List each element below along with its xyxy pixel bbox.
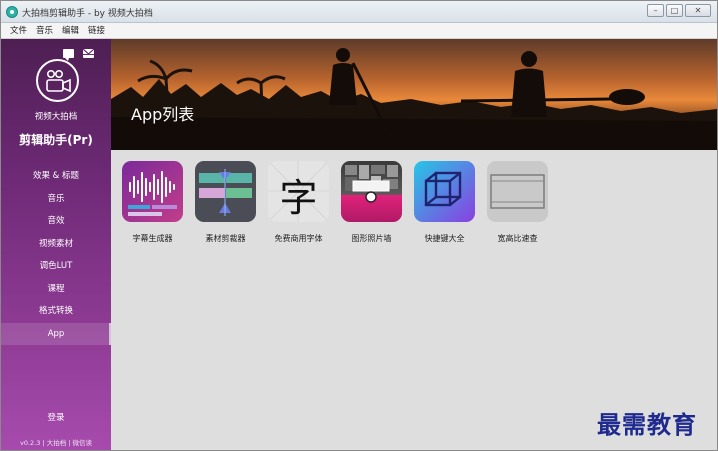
sidebar-item-format-convert[interactable]: 格式转换 xyxy=(1,300,111,323)
watermark-text: 最需教育 xyxy=(597,410,697,439)
menu-music[interactable]: 音乐 xyxy=(36,23,53,38)
close-button[interactable]: ✕ xyxy=(685,4,711,17)
mail-icon[interactable] xyxy=(83,49,94,58)
title-bar[interactable]: 大拍档剪辑助手 - by 视频大拍档 – □ ✕ xyxy=(1,1,717,23)
aspect-ratio-icon[interactable] xyxy=(487,161,548,222)
sidebar-item-effects[interactable]: 效果 & 标题 xyxy=(1,165,111,188)
photo-wall-icon[interactable] xyxy=(341,161,402,222)
app-label: 宽高比速查 xyxy=(497,234,538,243)
sidebar-item-music[interactable]: 音乐 xyxy=(1,188,111,211)
sidebar-item-app[interactable]: App xyxy=(1,322,111,345)
app-card-subtitle-generator[interactable]: 字幕生成器 xyxy=(121,161,194,251)
crop-icon[interactable] xyxy=(195,161,256,222)
sidebar-item-sound-effects[interactable]: 音效 xyxy=(1,210,111,233)
brand-title: 剪辑助手(Pr) xyxy=(19,133,93,147)
menu-links[interactable]: 链接 xyxy=(88,23,105,38)
sunset-kayak-photo xyxy=(111,39,717,150)
sidebar-footer[interactable]: v0.2.3 | 大拍档 | 微信读 xyxy=(1,437,111,447)
app-label: 素材剪裁器 xyxy=(205,234,246,243)
app-card-photo-wall[interactable]: 图形照片墙 xyxy=(340,161,413,251)
camera-people-icon xyxy=(46,69,71,93)
brand-subtitle: 视频大拍档 xyxy=(34,112,78,122)
sidebar-nav: 效果 & 标题 音乐 音效 视频素材 调色LUT 课程 格式转换 App xyxy=(1,165,111,345)
font-icon[interactable]: 字 xyxy=(268,161,329,222)
sidebar-top-icons xyxy=(63,49,94,61)
page-title: App列表 xyxy=(131,105,195,124)
minimize-button[interactable]: – xyxy=(647,4,664,17)
header-banner: App列表 xyxy=(111,39,717,150)
app-card-aspect-ratio[interactable]: 宽高比速查 xyxy=(486,161,559,251)
app-label: 图形照片墙 xyxy=(351,234,392,243)
waveform-icon[interactable] xyxy=(122,161,183,222)
maximize-button[interactable]: □ xyxy=(666,4,683,17)
menu-file[interactable]: 文件 xyxy=(10,23,27,38)
window-title: 大拍档剪辑助手 - by 视频大拍档 xyxy=(22,9,153,19)
brand-logo xyxy=(36,59,79,102)
login-link[interactable]: 登录 xyxy=(1,411,111,423)
app-window: 大拍档剪辑助手 - by 视频大拍档 – □ ✕ 文件 音乐 编辑 链接 视频大… xyxy=(0,0,718,451)
app-card-shortcuts[interactable]: 快捷键大全 xyxy=(413,161,486,251)
menu-bar: 文件 音乐 编辑 链接 xyxy=(1,23,717,39)
cube-icon[interactable] xyxy=(414,161,475,222)
sidebar-item-video-footage[interactable]: 视频素材 xyxy=(1,233,111,256)
menu-edit[interactable]: 编辑 xyxy=(62,23,79,38)
app-grid: 字幕生成器 素材剪裁器 字 免费商用字体 图形照片墙 快捷键大全 宽高比速查 xyxy=(121,161,559,251)
main-content: App列表 字幕生成器 素材剪裁器 字 免费商用字体 图形照片墙 快捷键大全 宽… xyxy=(111,39,717,450)
app-logo-icon xyxy=(6,6,18,18)
font-glyph: 字 xyxy=(279,176,318,220)
app-card-footage-cropper[interactable]: 素材剪裁器 xyxy=(194,161,267,251)
app-label: 快捷键大全 xyxy=(424,234,465,243)
app-label: 免费商用字体 xyxy=(274,234,323,243)
chat-icon[interactable] xyxy=(63,49,74,61)
app-card-free-fonts[interactable]: 字 免费商用字体 xyxy=(267,161,340,251)
sidebar-item-lut[interactable]: 调色LUT xyxy=(1,255,111,278)
sidebar-item-courses[interactable]: 课程 xyxy=(1,278,111,301)
app-label: 字幕生成器 xyxy=(132,234,173,243)
window-controls: – □ ✕ xyxy=(647,4,711,17)
sidebar: 视频大拍档 剪辑助手(Pr) 效果 & 标题 音乐 音效 视频素材 调色LUT … xyxy=(1,39,111,450)
